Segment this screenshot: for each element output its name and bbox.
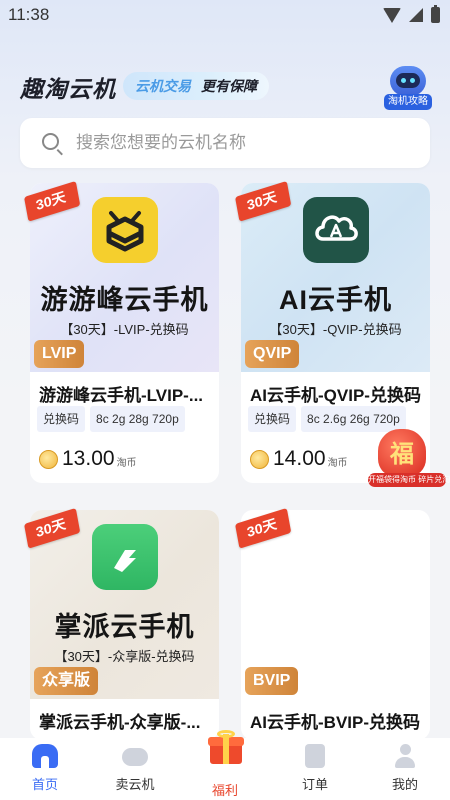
product-name: 掌派云手机-众享版-...	[39, 713, 201, 732]
guide-button[interactable]: 淘机攻略	[384, 66, 432, 110]
youyoufeng-app-icon	[92, 197, 158, 263]
nav-label: 首页	[31, 777, 58, 792]
nav-label: 福利	[211, 783, 238, 798]
product-name: AI云手机-QVIP-兑换码	[250, 386, 421, 405]
search-icon	[42, 133, 59, 150]
image-title: AI云手机	[279, 285, 392, 315]
zhangpai-app-icon	[92, 524, 158, 590]
slogan-part-1: 云机交易	[135, 78, 191, 94]
product-name: AI云手机-BVIP-兑换码	[250, 713, 420, 732]
nav-orders[interactable]: 订单	[270, 738, 360, 800]
coin-icon	[250, 450, 269, 469]
price: 14.00 淘币	[250, 447, 348, 471]
spec-tag: 兑换码	[248, 406, 297, 432]
profile-icon	[395, 744, 415, 768]
ai-cloud-app-icon	[303, 197, 369, 263]
grade-badge: LVIP	[34, 340, 85, 368]
product-card[interactable]: BVIP AI云手机-BVIP-兑换码	[241, 510, 430, 740]
nav-profile[interactable]: 我的	[360, 738, 450, 800]
welfare-float-button[interactable]: 福 开福袋得淘币 碎片兑淘币	[368, 425, 450, 487]
fu-character: 福	[390, 441, 414, 468]
image-subtitle: 【30天】-众享版-兑换码	[54, 649, 195, 664]
grade-badge: QVIP	[245, 340, 300, 368]
price-unit: 淘币	[327, 458, 348, 469]
battery-icon	[431, 5, 440, 23]
spec-tag: 兑换码	[37, 406, 86, 432]
wifi-icon	[383, 7, 401, 23]
spec-tag: 8c 2g 28g 720p	[90, 406, 185, 432]
grade-badge: 众享版	[34, 667, 99, 695]
coin-icon	[39, 450, 58, 469]
nav-home[interactable]: 首页	[0, 738, 90, 800]
price-value: 13.00	[62, 447, 115, 470]
spec-tags: 兑换码 8c 2g 28g 720p	[37, 406, 185, 432]
nav-sell[interactable]: 卖云机	[90, 738, 180, 800]
search-bar[interactable]	[20, 118, 430, 168]
image-subtitle: 【30天】-LVIP-兑换码	[60, 322, 189, 337]
home-icon	[32, 744, 58, 768]
gift-icon	[208, 730, 244, 764]
image-title: 掌派云手机	[54, 612, 195, 642]
nav-label: 我的	[391, 777, 418, 792]
signal-icon	[409, 8, 423, 22]
grade-badge: BVIP	[245, 667, 299, 695]
guide-label: 淘机攻略	[384, 94, 432, 110]
robot-icon	[390, 66, 426, 96]
image-title: 游游峰云手机	[40, 285, 209, 315]
slogan-banner: 云机交易 更有保障	[123, 72, 269, 100]
search-input[interactable]	[76, 130, 406, 156]
price: 13.00 淘币	[39, 447, 137, 471]
price-unit: 淘币	[116, 458, 137, 469]
status-time: 11:38	[8, 5, 50, 24]
nav-label: 订单	[301, 777, 328, 792]
product-card[interactable]: 游游峰云手机 【30天】-LVIP-兑换码 LVIP 游游峰云手机-LVIP-.…	[30, 183, 219, 483]
cloud-icon	[122, 748, 148, 766]
welfare-float-label: 开福袋得淘币 碎片兑淘币	[368, 473, 450, 487]
brand-logo: 趣淘云机	[20, 76, 116, 102]
slogan-part-2: 更有保障	[201, 78, 257, 94]
status-icons	[383, 5, 440, 23]
product-name: 游游峰云手机-LVIP-...	[39, 386, 204, 405]
price-value: 14.00	[273, 447, 326, 470]
nav-label: 卖云机	[115, 777, 155, 792]
product-card[interactable]: 掌派云手机 【30天】-众享版-兑换码 众享版 掌派云手机-众享版-...	[30, 510, 219, 740]
status-bar: 11:38	[0, 0, 450, 30]
image-subtitle: 【30天】-QVIP-兑换码	[269, 322, 402, 337]
order-icon	[305, 744, 325, 768]
